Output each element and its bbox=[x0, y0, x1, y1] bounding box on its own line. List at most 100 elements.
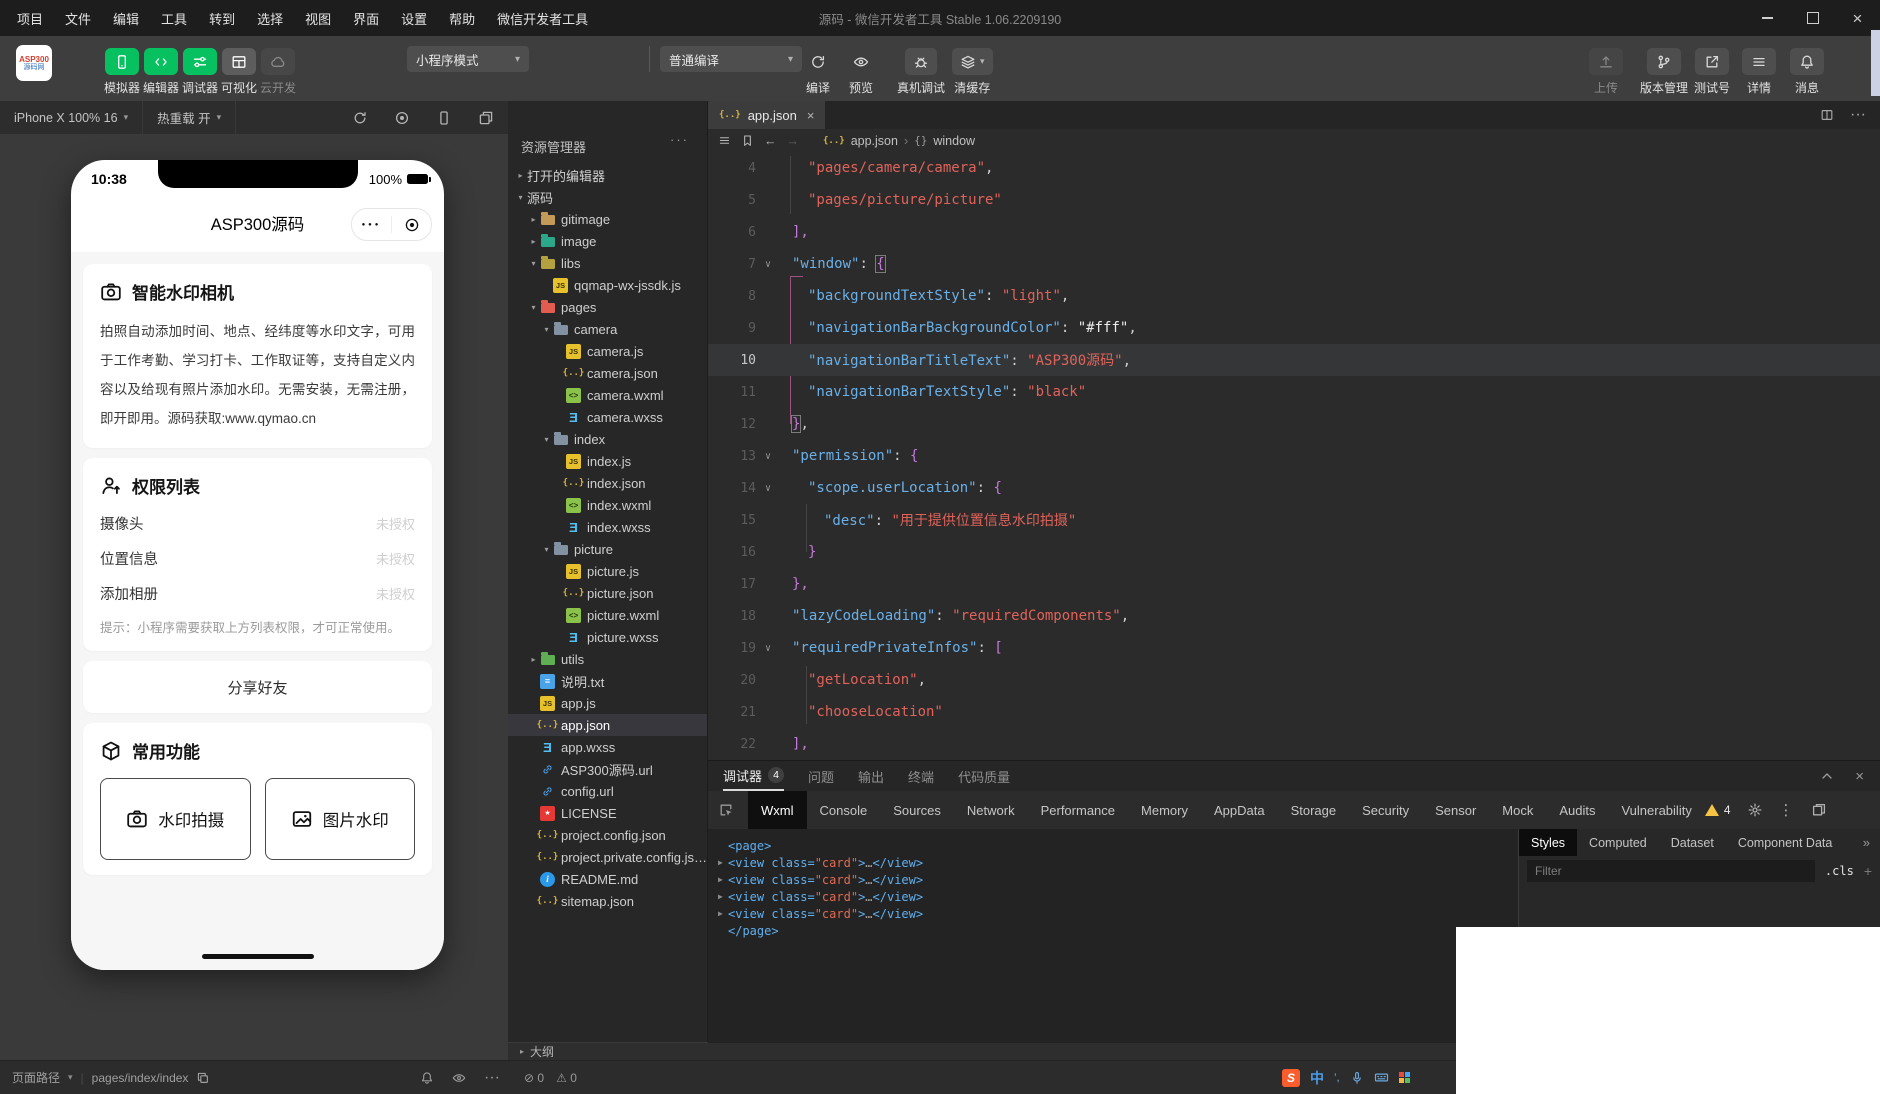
tab-sources[interactable]: Sources bbox=[880, 791, 954, 829]
tree-item[interactable]: <>camera.wxml bbox=[508, 384, 707, 406]
tab-app-json[interactable]: {..} app.json × bbox=[708, 101, 825, 129]
tree-item[interactable]: {..}app.json bbox=[508, 714, 707, 736]
code-line[interactable]: 17}, bbox=[708, 568, 1880, 600]
mode-dropdown[interactable]: 小程序模式▾ bbox=[407, 46, 529, 72]
more-tabs-icon[interactable]: » bbox=[1863, 835, 1880, 850]
page-path[interactable]: pages/index/index bbox=[92, 1071, 189, 1085]
code-line[interactable]: 4"pages/camera/camera", bbox=[708, 152, 1880, 184]
tab-network[interactable]: Network bbox=[954, 791, 1028, 829]
tree-item[interactable]: ▾camera bbox=[508, 318, 707, 340]
preview-button[interactable]: 预览 bbox=[849, 48, 873, 96]
debugger-tab[interactable]: 调试器4 bbox=[723, 761, 784, 791]
wxml-node[interactable]: ▶<view class="card">…</view> bbox=[718, 905, 1518, 922]
wxml-node[interactable]: <page> bbox=[718, 837, 1518, 854]
menu-item[interactable]: 项目 bbox=[6, 9, 54, 28]
expand-arrow-icon[interactable]: ▶ bbox=[718, 909, 728, 918]
code-line[interactable]: 9"navigationBarBackgroundColor": "#fff", bbox=[708, 312, 1880, 344]
add-style-button[interactable]: + bbox=[1864, 863, 1872, 879]
output-tab[interactable]: 输出 bbox=[858, 761, 884, 791]
copy-icon[interactable] bbox=[196, 1071, 210, 1085]
permission-row[interactable]: 位置信息未授权 bbox=[100, 541, 415, 576]
menu-item[interactable]: 设置 bbox=[390, 9, 438, 28]
image-watermark-button[interactable]: 图片水印 bbox=[265, 778, 416, 860]
ime-grid-icon[interactable] bbox=[1399, 1072, 1411, 1084]
tree-item[interactable]: ▾pages bbox=[508, 296, 707, 318]
tab-sensor[interactable]: Sensor bbox=[1422, 791, 1489, 829]
more-dots-icon[interactable]: ●●● bbox=[352, 222, 391, 228]
details-button[interactable]: 详情 bbox=[1742, 48, 1776, 96]
test-account-button[interactable]: 测试号 bbox=[1694, 48, 1730, 96]
maximize-button[interactable] bbox=[1790, 0, 1835, 36]
code-line[interactable]: 6], bbox=[708, 216, 1880, 248]
wxml-node[interactable]: ▶<view class="card">…</view> bbox=[718, 871, 1518, 888]
code-line[interactable]: 20"getLocation", bbox=[708, 664, 1880, 696]
menu-item[interactable]: 转到 bbox=[198, 9, 246, 28]
tree-item[interactable]: ASP300源码.url bbox=[508, 758, 707, 780]
hot-reload-selector[interactable]: 热重载 开▾ bbox=[143, 101, 236, 134]
device-button[interactable] bbox=[436, 110, 452, 126]
minimize-button[interactable] bbox=[1745, 0, 1790, 36]
code-line[interactable]: 21"chooseLocation" bbox=[708, 696, 1880, 728]
ime-punctuation-toggle[interactable]: ’, bbox=[1334, 1072, 1340, 1084]
share-friends-button[interactable]: 分享好友 bbox=[83, 661, 432, 713]
target-icon[interactable] bbox=[392, 217, 431, 233]
rotate-button[interactable] bbox=[352, 110, 368, 126]
compile-button[interactable]: 编译 bbox=[806, 48, 830, 96]
version-button[interactable]: 版本管理 bbox=[1640, 48, 1688, 96]
tree-section[interactable]: ▾源码 bbox=[508, 186, 707, 208]
tab-vulnerability[interactable]: Vulnerability bbox=[1608, 791, 1704, 829]
warning-badge[interactable]: 4 bbox=[1705, 803, 1731, 817]
permission-row[interactable]: 摄像头未授权 bbox=[100, 506, 415, 541]
capsule-menu[interactable]: ●●● bbox=[351, 208, 432, 241]
multiwindow-button[interactable] bbox=[478, 110, 494, 126]
tree-item[interactable]: JSapp.js bbox=[508, 692, 707, 714]
bell-icon[interactable] bbox=[420, 1071, 434, 1085]
cls-button[interactable]: .cls bbox=[1825, 864, 1854, 878]
styles-tab-component-data[interactable]: Component Data bbox=[1726, 829, 1845, 856]
tab-memory[interactable]: Memory bbox=[1128, 791, 1201, 829]
menu-item[interactable]: 视图 bbox=[294, 9, 342, 28]
code-line[interactable]: 5"pages/picture/picture" bbox=[708, 184, 1880, 216]
wxml-node[interactable]: ▶<view class="card">…</view> bbox=[718, 888, 1518, 905]
problems-counter[interactable]: ⊘ 0 ⚠ 0 bbox=[524, 1061, 577, 1094]
tree-item[interactable]: ≡说明.txt bbox=[508, 670, 707, 692]
watermark-capture-button[interactable]: 水印拍摄 bbox=[100, 778, 251, 860]
tree-item[interactable]: JSpicture.js bbox=[508, 560, 707, 582]
tree-item[interactable]: ▸image bbox=[508, 230, 707, 252]
tab-security[interactable]: Security bbox=[1349, 791, 1422, 829]
code-line[interactable]: 7∨"window": { bbox=[708, 248, 1880, 280]
code-line[interactable]: 19∨"requiredPrivateInfos": [ bbox=[708, 632, 1880, 664]
tree-item[interactable]: {..}picture.json bbox=[508, 582, 707, 604]
list-icon[interactable] bbox=[718, 134, 731, 147]
tree-item[interactable]: {..}project.private.config.js… bbox=[508, 846, 707, 868]
clear-cache-button[interactable]: ▾清缓存 bbox=[952, 48, 993, 96]
tree-item[interactable]: <>index.wxml bbox=[508, 494, 707, 516]
code-quality-tab[interactable]: 代码质量 bbox=[958, 761, 1010, 791]
more-vertical-icon[interactable]: ⋮ bbox=[1779, 801, 1795, 819]
outline-label[interactable]: 大纲 bbox=[530, 1043, 554, 1060]
more-icon[interactable]: ··· bbox=[670, 132, 689, 147]
tab-storage[interactable]: Storage bbox=[1278, 791, 1350, 829]
fold-chevron-icon[interactable]: ∨ bbox=[756, 451, 790, 462]
tree-item[interactable]: <>picture.wxml bbox=[508, 604, 707, 626]
code-area[interactable]: 4"pages/camera/camera",5"pages/picture/p… bbox=[708, 152, 1880, 760]
eye-icon[interactable] bbox=[452, 1071, 466, 1085]
code-line[interactable]: 18"lazyCodeLoading": "requiredComponents… bbox=[708, 600, 1880, 632]
tab-wxml[interactable]: Wxml bbox=[748, 791, 807, 829]
editor-button[interactable]: 编辑器 bbox=[144, 48, 178, 96]
fold-chevron-icon[interactable]: ∨ bbox=[756, 643, 790, 654]
terminal-tab[interactable]: 终端 bbox=[908, 761, 934, 791]
styles-tab-computed[interactable]: Computed bbox=[1577, 829, 1659, 856]
message-button[interactable]: 消息 bbox=[1790, 48, 1824, 96]
menu-item[interactable]: 微信开发者工具 bbox=[486, 9, 599, 28]
tree-item[interactable]: Ǝcamera.wxss bbox=[508, 406, 707, 428]
code-line[interactable]: 8"backgroundTextStyle": "light", bbox=[708, 280, 1880, 312]
split-editor-icon[interactable] bbox=[1820, 108, 1834, 122]
menu-item[interactable]: 文件 bbox=[54, 9, 102, 28]
fold-chevron-icon[interactable]: ∨ bbox=[756, 259, 790, 270]
permission-row[interactable]: 添加相册未授权 bbox=[100, 576, 415, 611]
styles-tab-styles[interactable]: Styles bbox=[1519, 829, 1577, 856]
forward-arrow-icon[interactable]: → bbox=[787, 134, 800, 148]
chevron-right-icon[interactable]: ▸ bbox=[520, 1047, 524, 1056]
problems-tab[interactable]: 问题 bbox=[808, 761, 834, 791]
